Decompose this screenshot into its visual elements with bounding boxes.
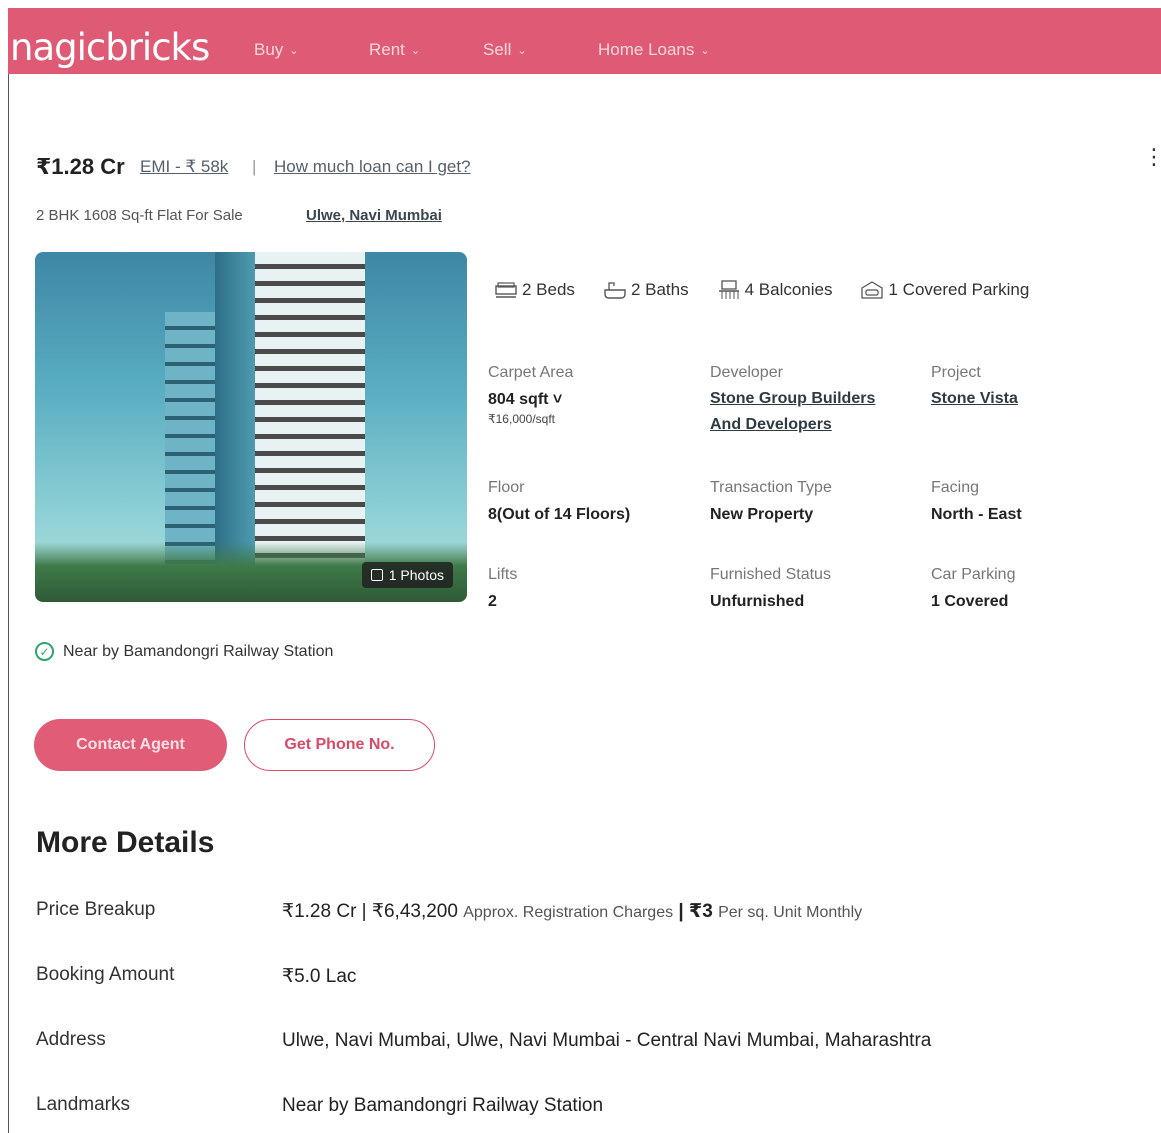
price-breakup-value: ₹1.28 Cr | ₹6,43,200 Approx. Registratio… [282,900,862,923]
amenity-baths: 2 Baths [603,280,689,300]
price-per-sqft: ₹16,000/sqft [488,412,556,426]
nav-sell[interactable]: Sell ⌄ [483,40,527,60]
bed-icon [494,280,518,300]
project-link[interactable]: Stone Vista [931,386,1018,412]
spec-developer: Developer Stone Group Builders And Devel… [710,364,875,438]
spec-furnished-status: Furnished Status Unfurnished [710,566,831,611]
chevron-down-icon: ⌄ [700,44,710,57]
top-navigation-bar: nagicbricks Buy ⌄ Rent ⌄ Sell ⌄ Home Loa… [8,8,1161,74]
spec-carpet-area: Carpet Area 804 sqft ˅ ₹16,000/sqft [488,364,573,426]
price-breakup-label: Price Breakup [36,899,156,920]
developer-name-line2: And Developers [710,416,832,433]
balconies-label: 4 Balconies [744,280,833,299]
brand-logo[interactable]: nagicbricks [10,26,210,69]
nav-rent[interactable]: Rent ⌄ [369,40,420,60]
amenities-row: 2 Beds 2 Baths 4 Balconies 1 Covered Par… [494,280,1029,300]
spec-facing: Facing North - East [931,479,1022,524]
emi-link[interactable]: EMI - ₹ 58k [140,157,228,177]
contact-agent-button[interactable]: Contact Agent [34,719,227,771]
chevron-down-icon: ⌄ [517,44,527,57]
page-left-border [8,74,9,1133]
nav-sell-label: Sell [483,40,512,59]
transaction-type-label: Transaction Type [710,479,832,496]
listing-subtitle: 2 BHK 1608 Sq-ft Flat For Sale [36,207,243,224]
price-breakup-amounts: ₹1.28 Cr | ₹6,43,200 [282,901,458,922]
nav-home-loans-label: Home Loans [598,40,695,59]
photo-count-badge[interactable]: 1 Photos [361,562,453,588]
photo-icon [370,569,383,581]
listing-price: ₹1.28 Cr [36,154,125,179]
developer-label: Developer [710,364,783,381]
amenity-parking: 1 Covered Parking [860,280,1029,300]
chevron-down-icon: ⌄ [410,44,421,57]
check-circle-icon: ✓ [35,642,54,661]
spec-lifts: Lifts 2 [488,566,517,611]
nav-buy-label: Buy [254,40,284,59]
price-breakup-separator: | [678,901,684,922]
price-separator: | [252,157,257,176]
project-label: Project [931,364,981,381]
photo-count-label: 1 Photos [388,567,444,583]
address-value: Ulwe, Navi Mumbai, Ulwe, Navi Mumbai - C… [282,1030,932,1051]
developer-name-line1: Stone Group Builders [710,390,876,407]
spec-transaction-type: Transaction Type New Property [710,479,832,524]
bath-icon [603,280,627,300]
chevron-down-icon: ⌄ [289,44,299,57]
registration-note: Approx. Registration Charges [463,904,674,921]
nearby-landmark: ✓ Near by Bamandongri Railway Station [35,642,333,661]
car-parking-label: Car Parking [931,566,1016,583]
furnished-status-value: Unfurnished [710,593,805,610]
carpet-area-label: Carpet Area [488,364,574,381]
facing-value: North - East [931,506,1022,523]
spec-project: Project Stone Vista [931,364,1018,412]
lifts-label: Lifts [488,566,518,583]
booking-amount-label: Booking Amount [36,964,175,985]
more-details-heading: More Details [36,826,215,859]
property-photo[interactable]: 1 Photos [35,252,467,602]
kebab-menu-icon[interactable]: ⋮ [1143,146,1161,168]
loan-eligibility-link[interactable]: How much loan can I get? [274,157,471,177]
balcony-icon [717,280,741,300]
lifts-value: 2 [488,593,497,610]
facing-label: Facing [931,479,980,496]
nav-rent-label: Rent [369,40,405,59]
floor-value: 8(Out of 14 Floors) [488,506,631,523]
landmarks-value: Near by Bamandongri Railway Station [282,1095,604,1116]
furnished-status-label: Furnished Status [710,566,831,583]
spec-car-parking: Car Parking 1 Covered [931,566,1015,611]
spec-floor: Floor 8(Out of 14 Floors) [488,479,630,524]
maintenance-amount: ₹3 [689,901,713,922]
booking-amount-value: ₹5.0 Lac [282,966,357,987]
amenity-beds: 2 Beds [494,280,575,300]
maintenance-note: Per sq. Unit Monthly [718,904,863,921]
amenity-balconies: 4 Balconies [717,280,833,300]
transaction-type-value: New Property [710,506,814,523]
parking-icon [860,280,884,300]
parking-label: 1 Covered Parking [888,280,1030,299]
nav-buy[interactable]: Buy ⌄ [254,40,299,60]
locality-link[interactable]: Ulwe, Navi Mumbai [306,207,442,224]
nav-home-loans[interactable]: Home Loans ⌄ [598,40,710,60]
nearby-landmark-text: Near by Bamandongri Railway Station [63,642,334,660]
beds-label: 2 Beds [522,280,575,299]
developer-link[interactable]: Stone Group Builders And Developers [710,386,875,438]
get-phone-button[interactable]: Get Phone No. [244,719,435,771]
landmarks-label: Landmarks [36,1094,130,1115]
floor-label: Floor [488,479,525,496]
baths-label: 2 Baths [630,280,689,299]
carpet-area-value[interactable]: 804 sqft ˅ [488,391,573,409]
address-label: Address [36,1029,106,1050]
car-parking-value: 1 Covered [931,593,1009,610]
